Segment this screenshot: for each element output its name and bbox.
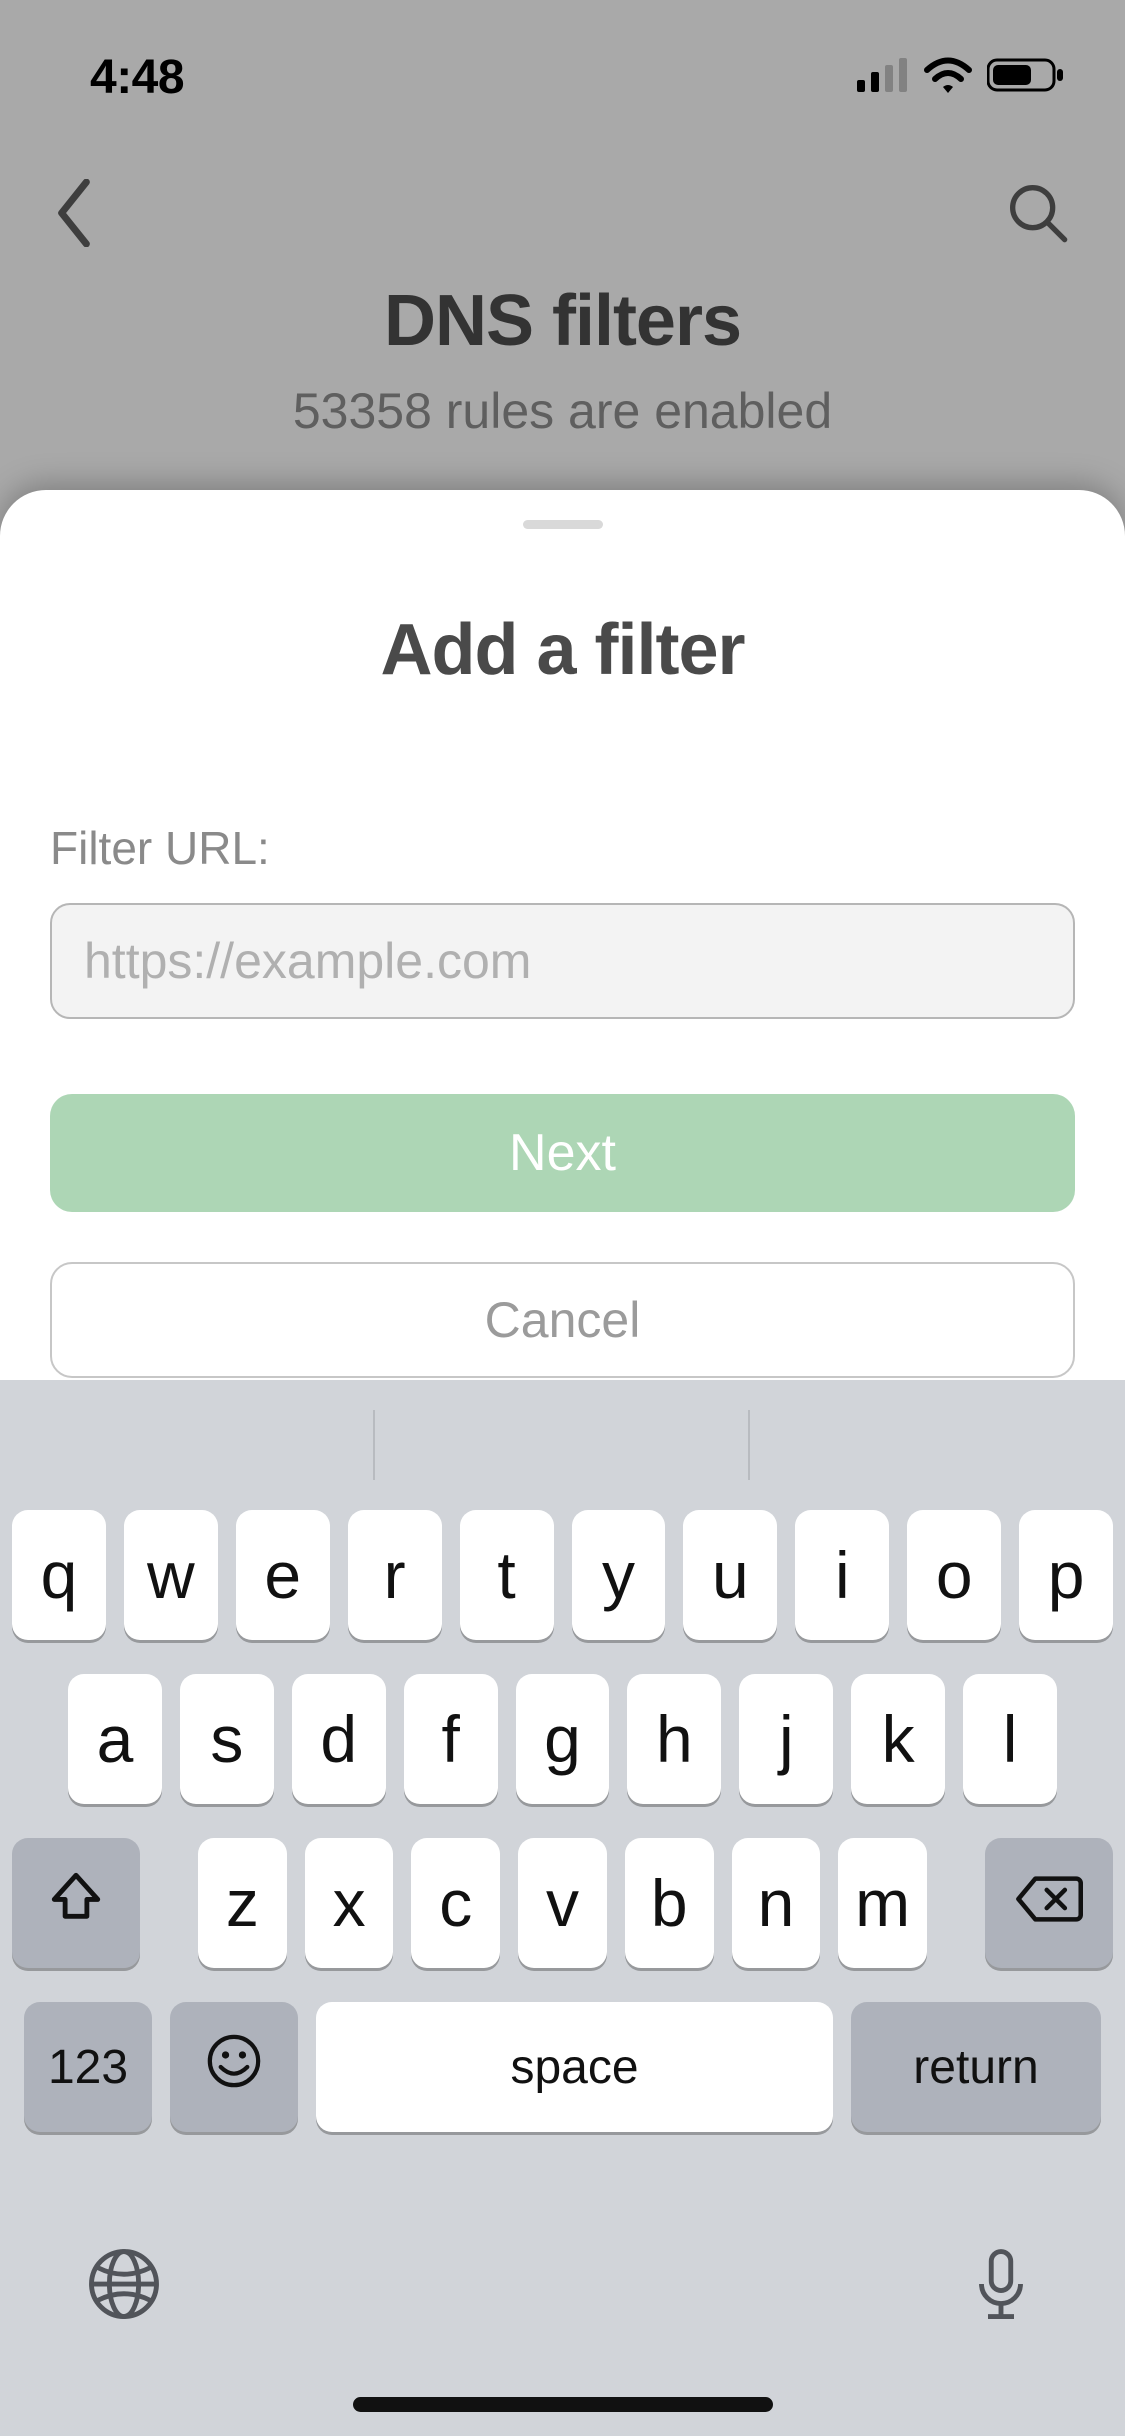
suggestion-slot[interactable] bbox=[375, 1380, 750, 1510]
key-z[interactable]: z bbox=[198, 1838, 287, 1968]
next-button[interactable]: Next bbox=[50, 1094, 1075, 1212]
key-m[interactable]: m bbox=[838, 1838, 927, 1968]
mic-icon[interactable] bbox=[962, 2245, 1040, 2328]
key-l[interactable]: l bbox=[963, 1674, 1057, 1804]
key-q[interactable]: q bbox=[12, 1510, 106, 1640]
key-g[interactable]: g bbox=[516, 1674, 610, 1804]
globe-icon[interactable] bbox=[85, 2245, 163, 2328]
key-r[interactable]: r bbox=[348, 1510, 442, 1640]
return-key[interactable]: return bbox=[851, 2002, 1101, 2132]
home-indicator[interactable] bbox=[353, 2397, 773, 2412]
filter-url-label: Filter URL: bbox=[50, 821, 1075, 875]
space-key[interactable]: space bbox=[316, 2002, 833, 2132]
key-b[interactable]: b bbox=[625, 1838, 714, 1968]
suggestion-bar bbox=[0, 1380, 1125, 1510]
key-k[interactable]: k bbox=[851, 1674, 945, 1804]
shift-key[interactable] bbox=[12, 1838, 140, 1968]
sheet-grabber[interactable] bbox=[523, 520, 603, 529]
key-x[interactable]: x bbox=[305, 1838, 394, 1968]
key-c[interactable]: c bbox=[411, 1838, 500, 1968]
key-row-2: a s d f g h j k l bbox=[12, 1674, 1113, 1804]
shift-icon bbox=[47, 1865, 105, 1941]
key-a[interactable]: a bbox=[68, 1674, 162, 1804]
key-s[interactable]: s bbox=[180, 1674, 274, 1804]
key-u[interactable]: u bbox=[683, 1510, 777, 1640]
key-row-bottom: 123 space return bbox=[12, 2002, 1113, 2132]
key-p[interactable]: p bbox=[1019, 1510, 1113, 1640]
key-n[interactable]: n bbox=[732, 1838, 821, 1968]
numbers-key[interactable]: 123 bbox=[24, 2002, 152, 2132]
key-f[interactable]: f bbox=[404, 1674, 498, 1804]
key-d[interactable]: d bbox=[292, 1674, 386, 1804]
key-e[interactable]: e bbox=[236, 1510, 330, 1640]
key-v[interactable]: v bbox=[518, 1838, 607, 1968]
backspace-icon bbox=[1015, 1865, 1083, 1941]
key-row-1: q w e r t y u i o p bbox=[12, 1510, 1113, 1640]
key-w[interactable]: w bbox=[124, 1510, 218, 1640]
emoji-key[interactable] bbox=[170, 2002, 298, 2132]
filter-url-input[interactable] bbox=[50, 903, 1075, 1019]
key-i[interactable]: i bbox=[795, 1510, 889, 1640]
key-y[interactable]: y bbox=[572, 1510, 666, 1640]
key-o[interactable]: o bbox=[907, 1510, 1001, 1640]
key-j[interactable]: j bbox=[739, 1674, 833, 1804]
sheet-title: Add a filter bbox=[50, 609, 1075, 691]
key-h[interactable]: h bbox=[627, 1674, 721, 1804]
key-t[interactable]: t bbox=[460, 1510, 554, 1640]
key-row-3: z x c v b n m bbox=[12, 1838, 1113, 1968]
suggestion-slot[interactable] bbox=[750, 1380, 1125, 1510]
emoji-icon bbox=[205, 2032, 263, 2102]
suggestion-slot[interactable] bbox=[0, 1380, 375, 1510]
cancel-button[interactable]: Cancel bbox=[50, 1262, 1075, 1378]
backspace-key[interactable] bbox=[985, 1838, 1113, 1968]
keyboard: q w e r t y u i o p a s d f g h j k l bbox=[0, 1380, 1125, 2436]
